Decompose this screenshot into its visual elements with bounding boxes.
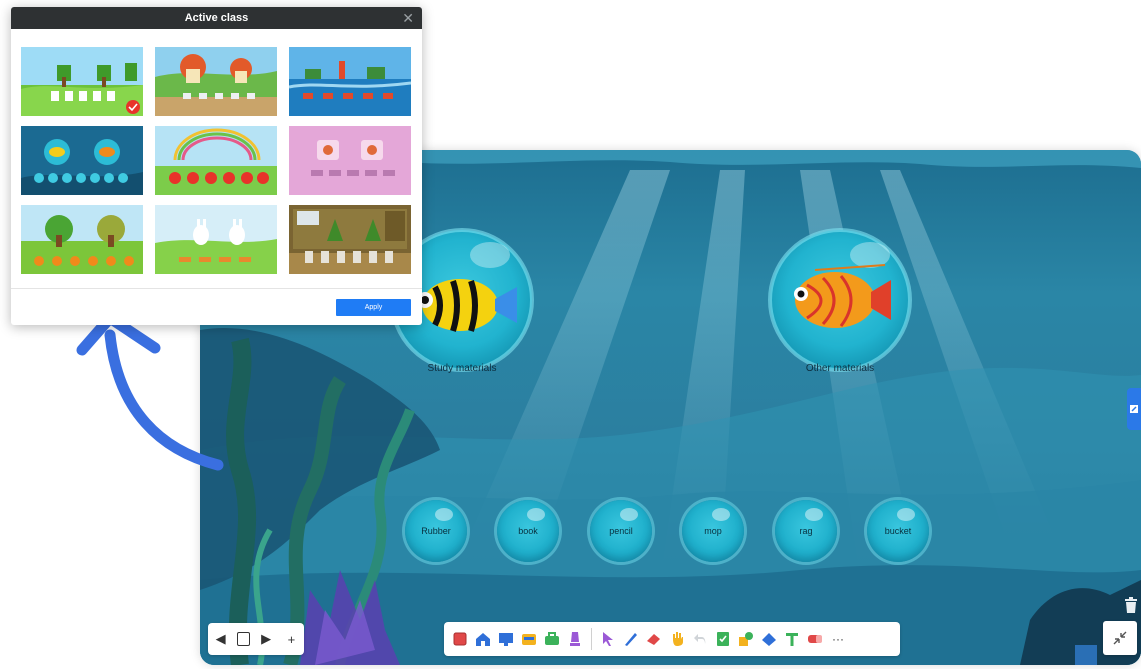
close-icon[interactable]: ✕ [402,7,414,29]
template-thumb-garden-rabbits[interactable] [21,47,143,116]
word-bubble-rag[interactable]: rag [775,500,837,562]
page-icon[interactable] [236,632,250,646]
hand-icon[interactable] [667,629,687,649]
pointer-icon[interactable] [598,629,618,649]
word-bubble-book[interactable]: book [497,500,559,562]
shapes-icon[interactable] [736,629,756,649]
next-page-button[interactable]: ▶ [257,631,275,647]
toolbox-icon[interactable] [542,629,562,649]
pen-icon[interactable] [621,629,641,649]
word-label: Rubber [421,526,451,536]
collapse-icon [1113,631,1127,645]
word-label: mop [704,526,722,536]
apply-button[interactable]: Apply [336,299,411,316]
template-thumb-underwater-fish[interactable] [21,126,143,195]
prev-page-button[interactable]: ◀ [212,631,230,647]
more-icon[interactable]: ··· [828,629,848,649]
text-icon[interactable] [782,629,802,649]
edit-icon [1130,405,1138,413]
toolbar-divider [591,628,592,650]
template-thumb-rainbow-apples[interactable] [155,126,277,195]
template-thumb-trees-carrots[interactable] [21,205,143,274]
selected-check-icon [126,100,140,114]
folder-icon[interactable] [519,629,539,649]
template-thumb-sea-islands[interactable] [289,47,411,116]
screen-icon[interactable] [496,629,516,649]
add-page-button[interactable]: + [282,632,300,647]
word-label: book [518,526,538,536]
dialog-header: Active class ✕ [11,7,422,29]
fill-icon[interactable] [759,629,779,649]
category-label-other: Other materials [805,363,875,374]
word-label: pencil [609,526,633,536]
pointer-arrow-graphic [76,312,224,471]
trash-icon[interactable] [1124,596,1138,614]
word-bubble-mop[interactable]: mop [682,500,744,562]
eraser-tool-icon[interactable] [805,629,825,649]
home-icon[interactable] [473,629,493,649]
note-icon[interactable] [713,629,733,649]
word-label: rag [799,526,813,536]
dialog-title: Active class [184,12,249,24]
side-panel-tab[interactable] [1127,388,1141,430]
drawing-toolbar: ··· [444,622,900,656]
word-bubble-pencil[interactable]: pencil [590,500,652,562]
template-thumb-mushroom-houses[interactable] [155,47,277,116]
word-bubble-rubber[interactable]: Rubber [405,500,467,562]
category-label-study: Study materials [427,363,497,374]
highlighter-icon[interactable] [565,629,585,649]
template-thumb-classroom-plants[interactable] [289,205,411,274]
page-navigation: ◀ ▶ + [208,623,304,655]
undo-icon[interactable] [690,629,710,649]
word-label: bucket [884,526,912,536]
exit-fullscreen-button[interactable] [1103,621,1137,655]
eraser-icon[interactable] [644,629,664,649]
template-thumb-rabbits-meadow[interactable] [155,205,277,274]
dialog-divider [11,288,422,289]
word-bubble-bucket[interactable]: bucket [867,500,929,562]
template-thumb-pink-frames[interactable] [289,126,411,195]
active-class-dialog: Active class ✕ Apply [11,7,422,325]
square-icon[interactable] [450,629,470,649]
